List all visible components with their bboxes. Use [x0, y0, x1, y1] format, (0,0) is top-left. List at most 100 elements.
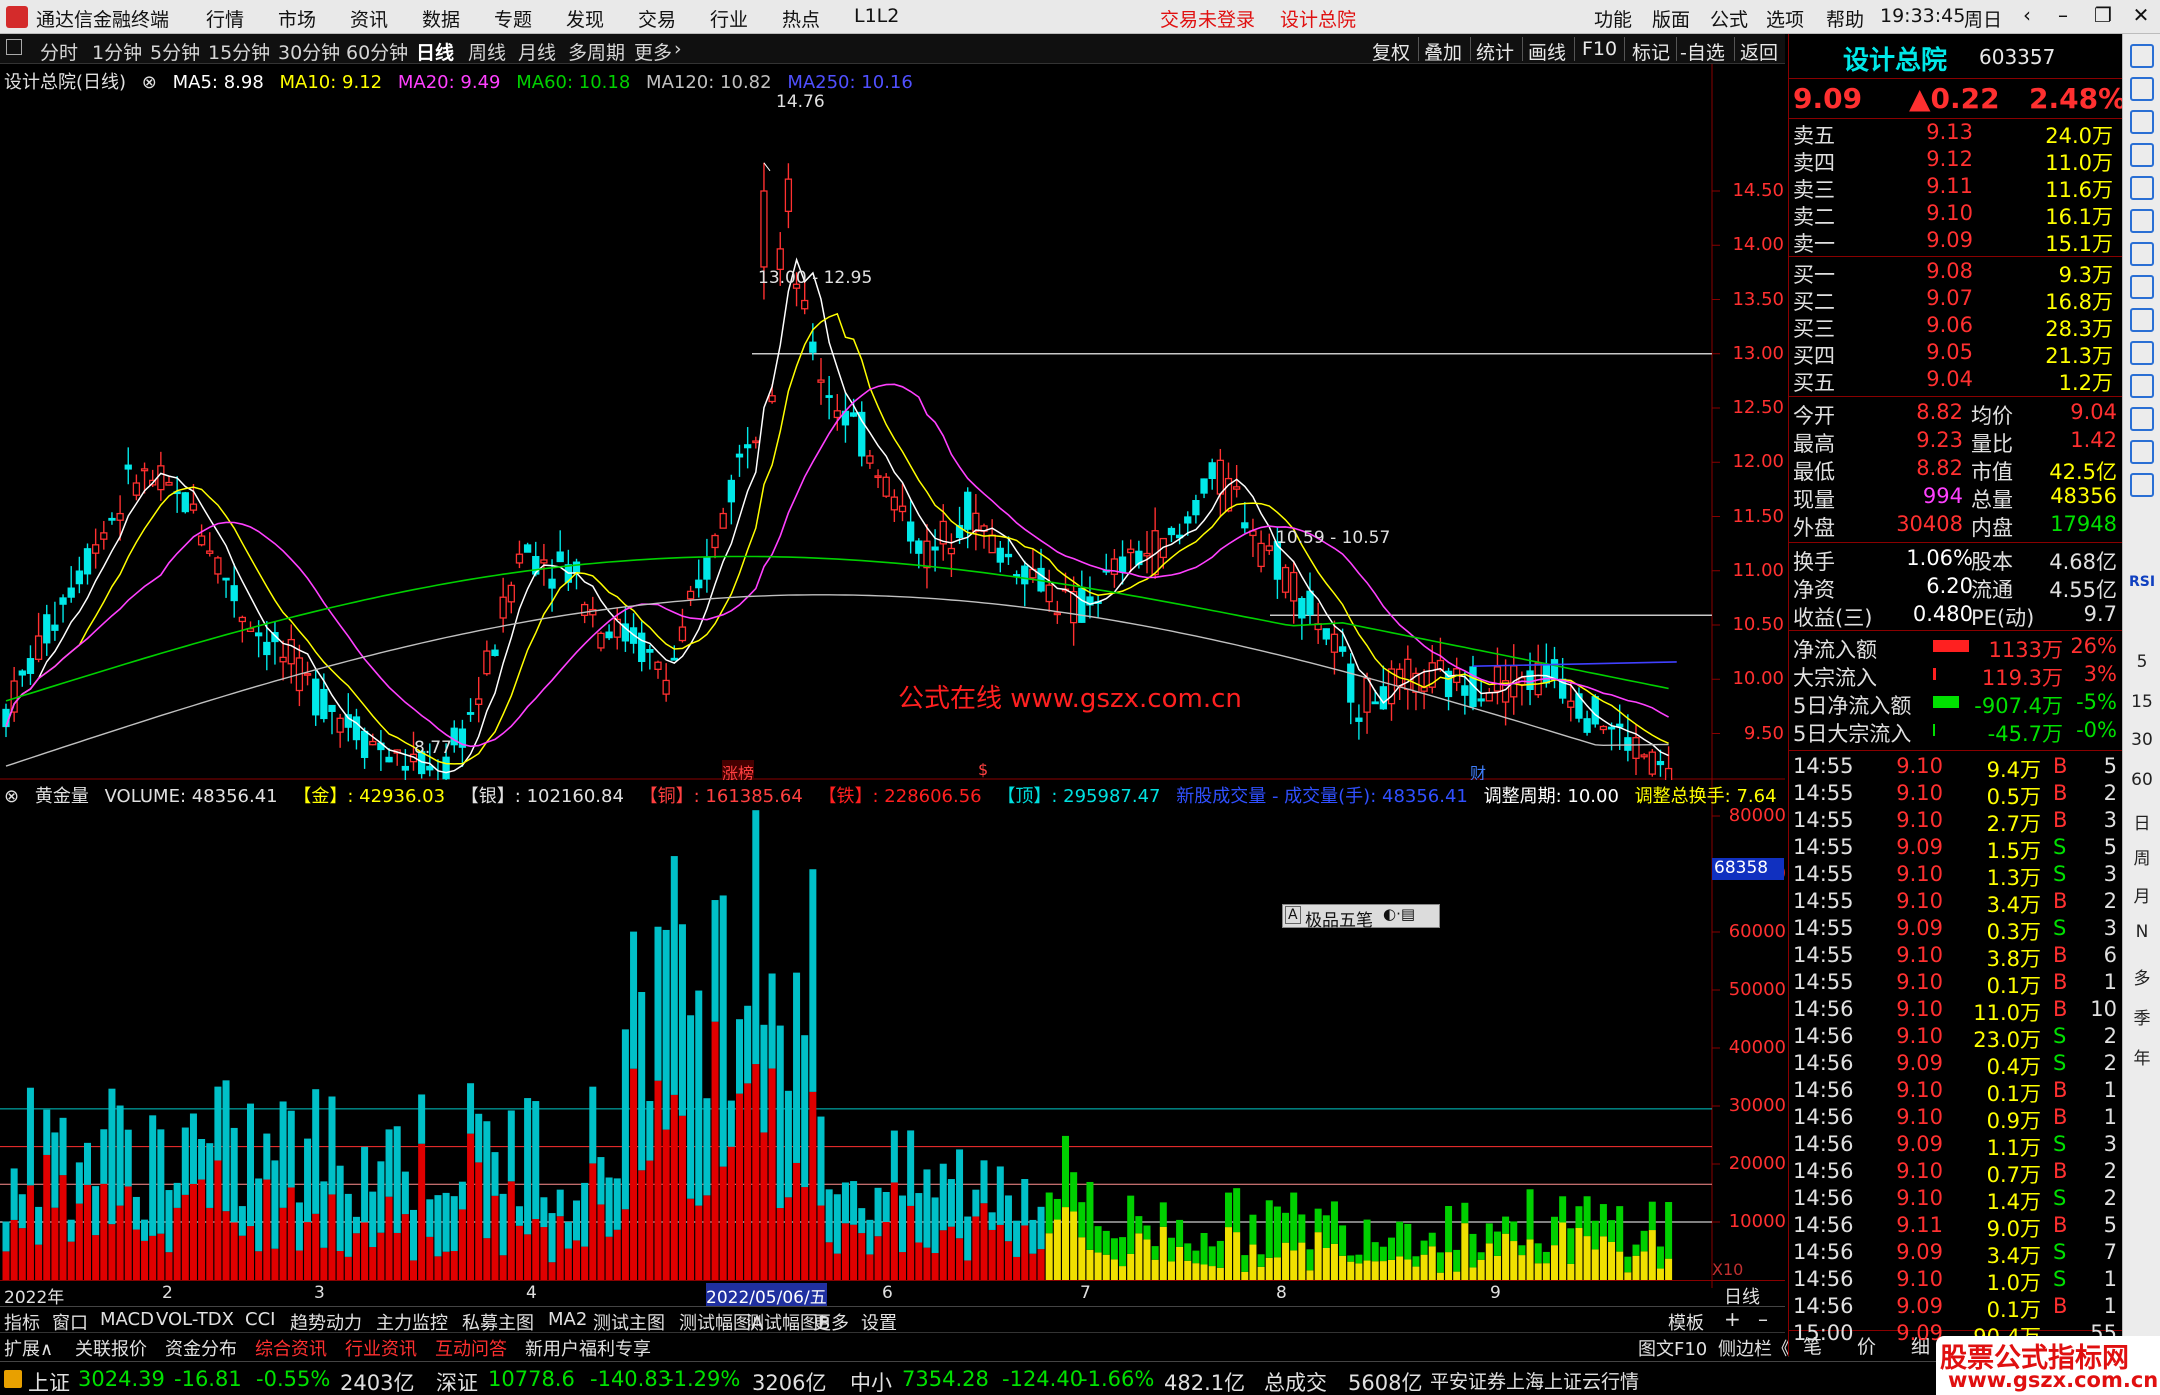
down-arrow-icon[interactable]	[2130, 110, 2154, 134]
fin-icon[interactable]	[2130, 440, 2154, 464]
adjust-button[interactable]: 复权	[1372, 38, 1410, 65]
table-icon[interactable]	[2130, 308, 2154, 332]
sz-label[interactable]: 深证	[436, 1367, 478, 1395]
ime-mode-icon[interactable]: A	[1285, 906, 1301, 924]
ime-options-icon[interactable]: ◐·▤	[1383, 905, 1415, 923]
sidebar-period-button[interactable]: 年	[2123, 1044, 2160, 1069]
sidebar-period-button[interactable]: 15	[2123, 692, 2160, 712]
menu-trade[interactable]: 交易	[638, 5, 676, 32]
candlestick-chart[interactable]	[0, 64, 1785, 780]
ask-row[interactable]: 卖三 9.11 11.6万	[1793, 174, 2119, 202]
draw-button[interactable]: 画线	[1528, 38, 1566, 65]
extension-tab[interactable]: 资金分布	[165, 1335, 237, 1361]
volume-chart[interactable]	[0, 780, 1785, 1288]
list-icon[interactable]	[2130, 209, 2154, 233]
tab-monthly[interactable]: 月线	[518, 38, 556, 65]
menu-formula[interactable]: 公式	[1710, 5, 1748, 32]
ask-row[interactable]: 卖五 9.13 24.0万	[1793, 120, 2119, 148]
sidebar-period-button[interactable]: 月	[2123, 882, 2160, 907]
indicator-tab[interactable]: MA2	[548, 1309, 587, 1330]
menu-data[interactable]: 数据	[422, 5, 460, 32]
indicator-tab[interactable]: VOL-TDX	[156, 1309, 234, 1330]
candle-icon[interactable]	[2130, 275, 2154, 299]
chevron-right-icon[interactable]: ›	[674, 38, 682, 60]
broker-name[interactable]: 平安证券上海上证云行情	[1430, 1367, 1639, 1394]
sidebar-period-button[interactable]: 季	[2123, 1004, 2160, 1029]
indicator-tab[interactable]: MACD	[100, 1309, 154, 1330]
menu-function[interactable]: 功能	[1594, 5, 1632, 32]
menu-market[interactable]: 市场	[278, 5, 316, 32]
minimize-icon[interactable]: –	[2046, 3, 2080, 31]
menu-quotes[interactable]: 行情	[206, 5, 244, 32]
tab-daily[interactable]: 日线	[416, 38, 454, 65]
sheet-icon[interactable]	[2130, 176, 2154, 200]
rsi-button[interactable]: RSI	[2123, 574, 2160, 590]
watchlist-button[interactable]: -自选	[1680, 38, 1725, 65]
trade-login-status[interactable]: 交易未登录	[1160, 5, 1255, 32]
mark-button[interactable]: 标记	[1632, 38, 1670, 65]
menu-layout[interactable]: 版面	[1652, 5, 1690, 32]
tab-weekly[interactable]: 周线	[468, 38, 506, 65]
menu-industry[interactable]: 行业	[710, 5, 748, 32]
tab-30min[interactable]: 30分钟	[278, 38, 340, 65]
menu-topics[interactable]: 专题	[494, 5, 532, 32]
bid-row[interactable]: 买三 9.06 28.3万	[1793, 313, 2119, 341]
bid-row[interactable]: 买二 9.07 16.8万	[1793, 286, 2119, 314]
indicator-tab[interactable]: CCI	[245, 1309, 275, 1330]
ask-row[interactable]: 卖一 9.09 15.1万	[1793, 228, 2119, 256]
zx-label[interactable]: 中小	[850, 1367, 892, 1395]
tab-1min[interactable]: 1分钟	[92, 38, 142, 65]
tab-more[interactable]: 更多	[634, 38, 672, 65]
overlay-button[interactable]: 叠加	[1424, 38, 1462, 65]
sheet-icon[interactable]	[2130, 143, 2154, 167]
ma-toggle-icon[interactable]: ⊗	[142, 72, 157, 93]
zoom-in-icon[interactable]: +	[1724, 1307, 1741, 1331]
tab-multi-period[interactable]: 多周期	[568, 38, 625, 65]
menu-options[interactable]: 选项	[1766, 5, 1804, 32]
doc-icon[interactable]	[2130, 374, 2154, 398]
dividend-marker[interactable]: $	[978, 760, 988, 779]
sh-label[interactable]: 上证	[28, 1367, 70, 1395]
close-icon[interactable]: ✕	[2124, 3, 2158, 31]
sidebar-period-button[interactable]: N	[2123, 922, 2160, 942]
menu-hot[interactable]: 热点	[782, 5, 820, 32]
back-icon[interactable]: ‹	[2010, 3, 2044, 31]
sidebar-toggle-button[interactable]: 侧边栏《	[1718, 1335, 1790, 1361]
ime-widget[interactable]: A 极品五笔 ◐·▤	[1282, 904, 1440, 931]
menu-news[interactable]: 资讯	[350, 5, 388, 32]
sidebar-period-button[interactable]: 多	[2123, 964, 2160, 989]
extension-tab[interactable]: 行业资讯	[345, 1335, 417, 1361]
extension-tab[interactable]: 互动问答	[435, 1335, 507, 1361]
extension-tab[interactable]: 综合资讯	[255, 1335, 327, 1361]
extension-tab[interactable]: 新用户福利专享	[525, 1335, 651, 1361]
sidebar-period-button[interactable]: 5	[2123, 652, 2160, 672]
sidebar-period-button[interactable]: 30	[2123, 730, 2160, 750]
sidebar-period-button[interactable]: 60	[2123, 770, 2160, 790]
restore-icon[interactable]: ❐	[2086, 3, 2120, 31]
statistics-button[interactable]: 统计	[1476, 38, 1514, 65]
bid-row[interactable]: 买五 9.04 1.2万	[1793, 367, 2119, 395]
tab-15min[interactable]: 15分钟	[208, 38, 270, 65]
menu-l1l2[interactable]: L1L2	[854, 5, 899, 27]
f10-button[interactable]: F10	[1582, 38, 1617, 60]
ask-row[interactable]: 卖四 9.12 11.0万	[1793, 147, 2119, 175]
tab-5min[interactable]: 5分钟	[150, 38, 200, 65]
ask-row[interactable]: 卖二 9.10 16.1万	[1793, 201, 2119, 229]
tab-60min[interactable]: 60分钟	[346, 38, 408, 65]
index-icon[interactable]	[4, 1370, 22, 1388]
panel-toggle-icon[interactable]	[6, 39, 22, 55]
bid-row[interactable]: 买一 9.08 9.3万	[1793, 259, 2119, 287]
sidebar-period-button[interactable]: 周	[2123, 844, 2160, 869]
chart-icon[interactable]	[2130, 242, 2154, 266]
sidebar-period-button[interactable]: 日	[2123, 809, 2160, 834]
clock-icon[interactable]	[2130, 473, 2154, 497]
zoom-out-icon[interactable]: –	[1758, 1307, 1768, 1331]
fin-icon[interactable]	[2130, 341, 2154, 365]
return-button[interactable]: 返回	[1740, 38, 1778, 65]
f10-graphic-button[interactable]: 图文F10	[1638, 1335, 1707, 1361]
doc-icon[interactable]	[2130, 407, 2154, 431]
menu-discover[interactable]: 发现	[566, 5, 604, 32]
extension-tab[interactable]: 扩展∧	[4, 1335, 53, 1361]
lock-icon[interactable]	[2130, 44, 2154, 68]
menu-help[interactable]: 帮助	[1826, 5, 1864, 32]
